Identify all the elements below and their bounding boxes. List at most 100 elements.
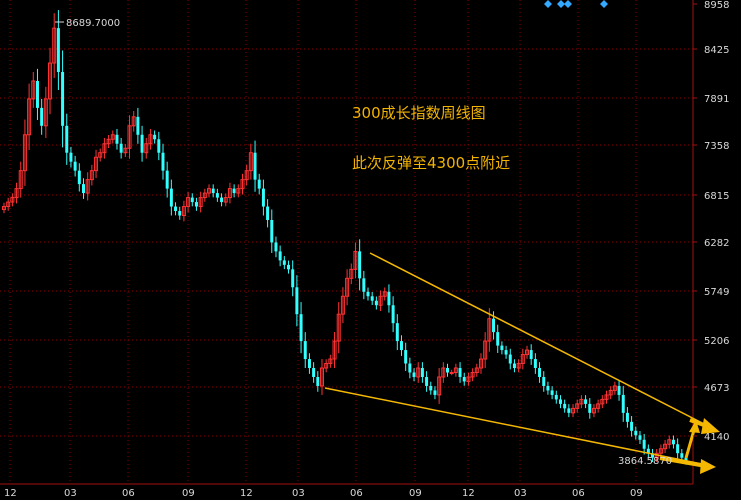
x-tick-label: 06 [350, 488, 363, 499]
candle-body-down [215, 193, 219, 198]
candle-body-down [671, 439, 675, 445]
candle-body-down [425, 376, 429, 386]
candles [2, 10, 688, 465]
max-marker: 8689.7000 [55, 18, 120, 29]
min-marker: 3864.5870 [618, 456, 672, 467]
y-tick-label: 4140 [704, 432, 729, 443]
candle-body-down [617, 385, 621, 395]
candle-body-down [433, 390, 437, 395]
candle-body-down [165, 170, 169, 189]
candle-body-down [274, 242, 278, 252]
candle-body-down [270, 220, 274, 243]
candle-body-down [387, 291, 391, 306]
marker-diamond [557, 0, 565, 8]
candle-body-down [625, 412, 629, 422]
candle-body-down [391, 305, 395, 324]
candle-body-down [538, 368, 542, 377]
candle-body-down [136, 116, 140, 135]
candle-body-down [420, 368, 424, 377]
candle-body-down [157, 139, 161, 153]
y-tick-label: 8958 [704, 0, 729, 11]
candle-body-down [65, 125, 69, 153]
candle-body-down [529, 350, 533, 360]
lower-trend-arrowhead [700, 459, 716, 474]
candle-body-down [153, 134, 157, 140]
x-tick-label: 12 [4, 488, 17, 499]
y-tick-label: 6282 [704, 238, 729, 249]
candle-body-down [500, 345, 504, 351]
candle-body-down [194, 202, 198, 207]
y-axis-ticks: 8958 8425 7891 7358 6815 6282 5749 5206 4673 4140 [693, 0, 729, 443]
candle-body-down [634, 430, 638, 436]
candle-body-down [492, 318, 496, 333]
candle-body-down [253, 152, 257, 180]
candle-body-down [169, 188, 173, 207]
candle-body-down [533, 359, 537, 369]
y-tick-label: 8425 [704, 45, 729, 56]
candle-body-down [496, 332, 500, 346]
marker-diamond [544, 0, 552, 8]
candle-body-down [408, 363, 412, 373]
x-tick-label: 09 [409, 488, 422, 499]
marker-diamond [600, 0, 608, 8]
top-markers [544, 0, 608, 8]
candle-body-down [680, 453, 684, 458]
candle-body-down [366, 291, 370, 297]
candle-body-down [61, 71, 65, 126]
candle-body-down [307, 359, 311, 369]
candle-body-down [73, 161, 77, 171]
candle-body-down [567, 408, 571, 413]
candle-body-down [546, 385, 550, 391]
candle-body-down [161, 152, 165, 171]
x-tick-label: 03 [64, 488, 77, 499]
candlestick-chart: 8958 8425 7891 7358 6815 6282 5749 5206 4673 4140… [0, 0, 729, 499]
x-tick-label: 09 [630, 488, 643, 499]
candle-body-down [630, 421, 634, 431]
y-tick-label: 7358 [704, 141, 729, 152]
x-tick-label: 09 [182, 488, 195, 499]
candle-body-down [550, 390, 554, 395]
candle-body-down [512, 363, 516, 369]
annotation-title: 300成长指数周线图 [352, 104, 486, 122]
candle-body-down [291, 269, 295, 288]
candle-body-down [115, 134, 119, 144]
candle-body-down [295, 287, 299, 315]
candle-body-down [370, 296, 374, 301]
candle-body-down [584, 399, 588, 404]
x-tick-label: 03 [514, 488, 527, 499]
x-tick-label: 03 [292, 488, 305, 499]
candle-body-down [266, 206, 270, 221]
candle-body-down [412, 372, 416, 377]
min-label: 3864.5870 [618, 456, 672, 467]
candle-body-down [287, 264, 291, 270]
candle-body-up [449, 371, 454, 374]
candle-body-down [69, 152, 73, 162]
marker-diamond [564, 0, 572, 8]
candle-body-down [119, 143, 123, 153]
candle-body-down [504, 350, 508, 355]
x-tick-label: 12 [240, 488, 253, 499]
candle-body-down [621, 394, 625, 413]
candle-body-down [362, 278, 366, 292]
candle-body-down [278, 251, 282, 261]
candle-body-down [358, 251, 362, 279]
y-tick-label: 6815 [704, 191, 729, 202]
candle-body-down [232, 188, 236, 194]
x-tick-label: 12 [462, 488, 475, 499]
candle-body-down [558, 399, 562, 404]
candle-body-down [316, 376, 320, 386]
x-axis-ticks: 12 03 06 09 12 03 06 09 12 03 06 09 [4, 488, 643, 499]
candle-body-down [676, 444, 680, 454]
x-tick-label: 06 [122, 488, 135, 499]
candle-body-down [303, 341, 307, 360]
candle-body-down [588, 403, 592, 413]
candle-body-down [554, 394, 558, 400]
candle-body-down [642, 439, 646, 449]
candle-body-down [638, 435, 642, 440]
annotation-rebound: 此次反弹至4300点附近 [352, 154, 510, 172]
candle-body-down [257, 179, 261, 189]
lower-trend-line [324, 387, 713, 467]
candle-body-down [508, 354, 512, 364]
y-tick-label: 5206 [704, 336, 729, 347]
y-tick-label: 4673 [704, 383, 729, 394]
